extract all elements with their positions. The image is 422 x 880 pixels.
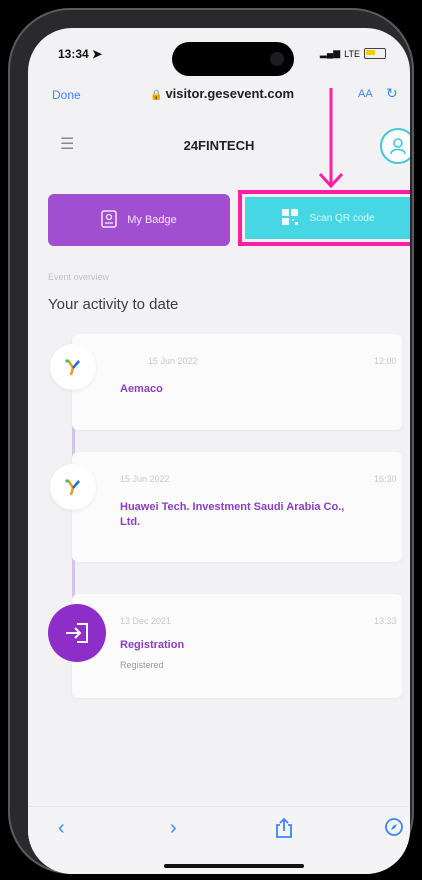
app-title: 24FINTECH — [183, 138, 255, 153]
done-button[interactable]: Done — [52, 88, 81, 102]
my-badge-label: My Badge — [127, 214, 177, 226]
forward-icon[interactable]: › — [170, 817, 177, 840]
badge-icon — [101, 209, 117, 231]
signal-icon: ▂▄▆ — [319, 48, 341, 58]
camera-icon — [270, 52, 284, 66]
activity-time: 12:00 — [374, 356, 397, 366]
scan-qr-highlight: Scan QR code — [238, 190, 410, 246]
activity-date: 15 Jun 2022 — [148, 356, 198, 366]
exhibitor-logo-icon — [50, 344, 96, 390]
battery-icon — [364, 48, 386, 59]
activity-title: Your activity to date — [48, 296, 179, 313]
activity-card[interactable]: 15 Jun 2022 16:30 Huawei Tech. Investmen… — [72, 452, 402, 562]
status-indicators: ▂▄▆ LTE — [320, 48, 386, 59]
exhibitor-logo-icon — [50, 464, 96, 510]
screen: 13:34 ➤ ▂▄▆ LTE Done 🔒 visitor.gesevent.c… — [28, 28, 410, 874]
home-indicator[interactable] — [164, 864, 304, 868]
back-icon[interactable]: ‹ — [58, 817, 65, 840]
activity-card[interactable]: 15 Jun 2022 12:00 Aemaco — [72, 334, 402, 430]
qr-code-icon — [281, 208, 299, 229]
url-text: visitor.gesevent.com — [165, 86, 295, 101]
text-size-button[interactable]: AA — [358, 88, 373, 100]
activity-status: Registered — [120, 660, 164, 670]
status-bar: 13:34 ➤ ▂▄▆ LTE — [28, 28, 410, 78]
login-icon — [48, 604, 106, 662]
dynamic-island — [172, 42, 294, 76]
scan-qr-label: Scan QR code — [309, 212, 375, 224]
section-label: Event overview — [48, 272, 110, 282]
activity-time: 16:30 — [374, 474, 397, 484]
profile-avatar-icon[interactable] — [380, 128, 410, 164]
network-label: LTE — [344, 48, 360, 59]
activity-date: 15 Jun 2022 — [120, 474, 170, 484]
url-field[interactable]: 🔒 visitor.gesevent.com — [150, 86, 294, 101]
pink-arrow-icon — [318, 88, 344, 189]
activity-name: Huawei Tech. Investment Saudi Arabia Co.… — [120, 501, 345, 528]
scan-qr-button[interactable]: Scan QR code — [245, 197, 410, 239]
activity-time: 13:33 — [374, 616, 397, 626]
phone-frame: 13:34 ➤ ▂▄▆ LTE Done 🔒 visitor.gesevent.c… — [8, 8, 414, 874]
activity-name: Aemaco — [120, 383, 163, 395]
browser-url-bar: Done 🔒 visitor.gesevent.com AA ↻ — [28, 82, 410, 110]
status-time: 13:34 ➤ — [58, 47, 103, 61]
share-icon[interactable] — [274, 817, 294, 845]
activity-name: Registration — [120, 639, 185, 651]
compass-icon[interactable] — [384, 817, 404, 843]
activity-date: 13 Dec 2021 — [120, 616, 172, 626]
reload-icon[interactable]: ↻ — [386, 85, 398, 102]
activity-card[interactable]: 13 Dec 2021 13:33 Registration Registere… — [72, 594, 402, 698]
lock-icon: 🔒 — [150, 90, 163, 101]
app-header: ☰ 24FINTECH — [28, 124, 410, 172]
my-badge-button[interactable]: My Badge — [48, 194, 230, 246]
